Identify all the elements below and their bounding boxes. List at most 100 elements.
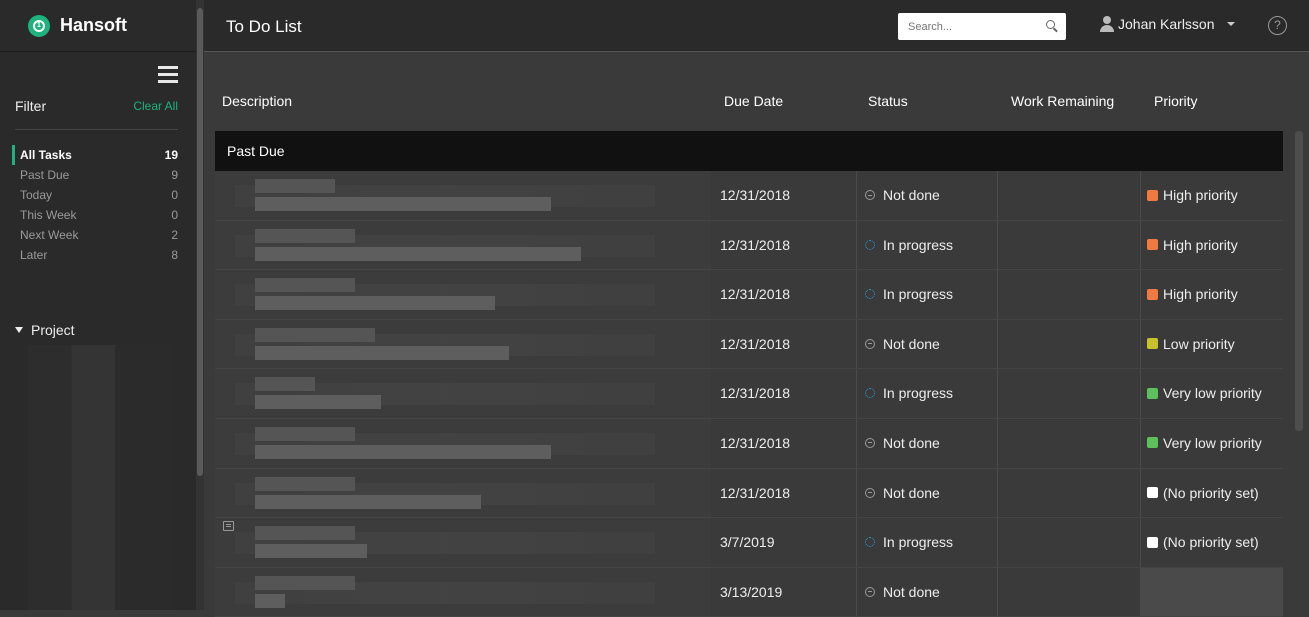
- sidebar-scrollbar[interactable]: [196, 0, 204, 610]
- status-label: Not done: [883, 187, 940, 203]
- filter-item-next-week[interactable]: Next Week 2: [12, 225, 178, 245]
- table-row[interactable]: 12/31/2018 Not done (No priority set): [215, 468, 1283, 519]
- description-cell-blurred[interactable]: [215, 220, 711, 270]
- filter-header: Filter Clear All: [15, 98, 178, 130]
- filter-label: Next Week: [20, 228, 79, 242]
- filter-item-later[interactable]: Later 8: [12, 245, 178, 265]
- priority-label: Very low priority: [1163, 434, 1262, 451]
- description-cell-blurred[interactable]: [215, 567, 711, 617]
- priority-none-swatch: [1147, 536, 1158, 548]
- description-cell-blurred[interactable]: [215, 369, 711, 418]
- description-cell-blurred[interactable]: [215, 468, 711, 518]
- status-cell[interactable]: Not done: [856, 468, 998, 518]
- not-done-icon: [865, 190, 875, 200]
- brand[interactable]: 1 Hansoft: [0, 0, 196, 52]
- search-box[interactable]: [898, 13, 1066, 40]
- status-cell[interactable]: Not done: [856, 319, 998, 369]
- description-cell-blurred[interactable]: [215, 171, 711, 220]
- user-menu[interactable]: Johan Karlsson: [1100, 16, 1235, 32]
- table-header: Description Due Date Status Work Remaini…: [204, 52, 1309, 132]
- table-row[interactable]: 3/7/2019 In progress (No priority set): [215, 518, 1283, 568]
- filter-label: All Tasks: [20, 148, 72, 162]
- work-remaining-cell[interactable]: [998, 319, 1141, 369]
- work-remaining-cell[interactable]: [998, 270, 1141, 319]
- project-section-toggle[interactable]: Project: [15, 322, 75, 338]
- priority-cell[interactable]: High priority: [1147, 187, 1238, 203]
- status-cell[interactable]: Not done: [856, 567, 998, 617]
- not-done-icon: [865, 338, 875, 349]
- filter-label: Today: [20, 188, 53, 202]
- status-cell[interactable]: In progress: [856, 369, 998, 418]
- filter-label: Later: [20, 248, 48, 262]
- status-cell[interactable]: Not done: [856, 418, 998, 468]
- description-cell-blurred[interactable]: [215, 270, 711, 319]
- filter-item-past-due[interactable]: Past Due 9: [12, 165, 178, 185]
- column-header-status[interactable]: Status: [868, 93, 908, 109]
- work-remaining-cell[interactable]: [998, 369, 1141, 418]
- description-cell-blurred[interactable]: [215, 418, 711, 468]
- search-icon[interactable]: [1046, 20, 1055, 29]
- description-cell-blurred[interactable]: [215, 319, 711, 369]
- filter-item-all-tasks[interactable]: All Tasks 19: [12, 145, 178, 165]
- priority-label: High priority: [1163, 286, 1238, 303]
- priority-cell[interactable]: High priority: [1147, 286, 1238, 302]
- table-row[interactable]: 12/31/2018 In progress Very low priority: [215, 369, 1283, 419]
- status-label: Not done: [883, 583, 940, 600]
- hamburger-menu-icon[interactable]: [158, 66, 178, 87]
- work-remaining-cell[interactable]: [998, 518, 1141, 567]
- work-remaining-cell[interactable]: [998, 468, 1141, 518]
- work-remaining-cell[interactable]: [998, 220, 1141, 270]
- status-cell[interactable]: In progress: [856, 220, 998, 270]
- priority-cell[interactable]: High priority: [1147, 237, 1238, 253]
- column-header-description[interactable]: Description: [222, 93, 292, 109]
- clear-all-link[interactable]: Clear All: [133, 99, 178, 113]
- status-cell[interactable]: Not done: [856, 171, 998, 220]
- table-row[interactable]: 12/31/2018 In progress High priority: [215, 270, 1283, 320]
- table-row[interactable]: 12/31/2018 Not done Very low priority: [215, 418, 1283, 469]
- filter-title: Filter: [15, 98, 47, 114]
- brand-name: Hansoft: [60, 15, 127, 35]
- priority-label: Low priority: [1163, 335, 1235, 352]
- work-remaining-cell[interactable]: [998, 171, 1141, 220]
- table-row[interactable]: 12/31/2018 In progress High priority: [215, 220, 1283, 271]
- page-title: To Do List: [226, 17, 302, 36]
- column-header-work-remaining[interactable]: Work Remaining: [1011, 93, 1114, 109]
- comment-icon[interactable]: [223, 521, 234, 531]
- user-icon: [1100, 16, 1114, 32]
- work-remaining-cell[interactable]: [998, 567, 1141, 617]
- group-header-past-due[interactable]: Past Due: [215, 131, 1283, 171]
- status-cell[interactable]: In progress: [856, 270, 998, 319]
- filter-count: 19: [164, 148, 178, 162]
- due-date: 12/31/2018: [720, 484, 791, 501]
- work-remaining-cell[interactable]: [998, 418, 1141, 468]
- filter-count: 9: [171, 168, 178, 182]
- description-cell-blurred[interactable]: [215, 518, 711, 567]
- due-date: 12/31/2018: [720, 434, 791, 451]
- status-label: In progress: [883, 286, 954, 303]
- table-row[interactable]: 12/31/2018 Not done High priority: [215, 171, 1283, 221]
- filter-count: 0: [171, 208, 178, 222]
- priority-cell[interactable]: (No priority set): [1147, 485, 1259, 501]
- status-label: Not done: [883, 434, 940, 451]
- priority-cell-selected[interactable]: [1141, 567, 1283, 617]
- status-label: In progress: [883, 534, 954, 551]
- priority-cell[interactable]: Very low priority: [1147, 385, 1262, 401]
- status-cell[interactable]: In progress: [856, 518, 998, 567]
- filter-item-this-week[interactable]: This Week 0: [12, 205, 178, 225]
- search-input[interactable]: [898, 13, 1028, 40]
- project-list-blurred: [28, 345, 173, 610]
- column-header-priority[interactable]: Priority: [1154, 93, 1198, 109]
- table-row[interactable]: 12/31/2018 Not done Low priority: [215, 319, 1283, 370]
- help-icon[interactable]: ?: [1268, 16, 1287, 35]
- in-progress-icon: [865, 289, 875, 300]
- priority-cell[interactable]: Low priority: [1147, 336, 1235, 352]
- priority-very-low-swatch: [1147, 437, 1158, 449]
- priority-cell[interactable]: Very low priority: [1147, 435, 1262, 451]
- priority-label: (No priority set): [1163, 484, 1259, 501]
- priority-cell[interactable]: (No priority set): [1147, 534, 1259, 550]
- top-bar: To Do List Johan Karlsson ?: [204, 0, 1309, 52]
- column-header-due-date[interactable]: Due Date: [724, 93, 783, 109]
- filter-item-today[interactable]: Today 0: [12, 185, 178, 205]
- priority-very-low-swatch: [1147, 387, 1158, 399]
- table-scrollbar[interactable]: [1295, 131, 1303, 431]
